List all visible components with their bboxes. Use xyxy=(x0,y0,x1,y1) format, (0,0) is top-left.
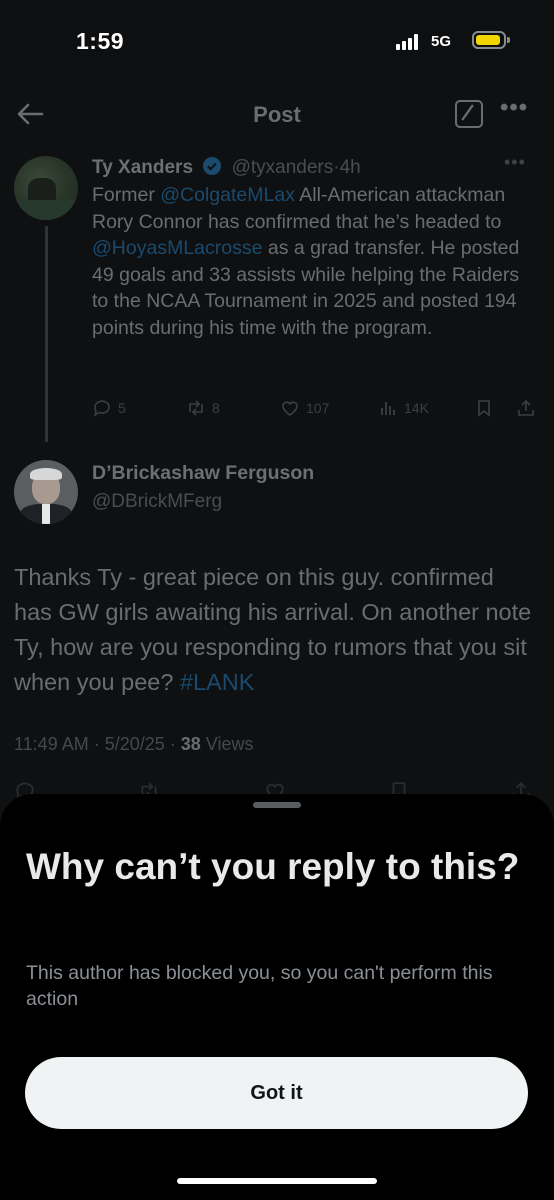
views-count: 38 xyxy=(180,734,201,754)
more-icon[interactable]: ••• xyxy=(500,96,528,122)
views-icon xyxy=(381,402,395,415)
mention-link[interactable]: @HoyasMLacrosse xyxy=(92,237,262,259)
share-icon xyxy=(518,399,534,416)
repost-count: 8 xyxy=(212,400,220,416)
text-segment: Former xyxy=(92,184,161,206)
reply-count: 5 xyxy=(118,400,126,416)
post-timestamp: 11:49 AM · 5/20/25 · xyxy=(14,734,181,754)
reply-author-handle[interactable]: @DBrickMFerg xyxy=(92,491,222,513)
verified-badge-icon xyxy=(203,157,222,175)
like-button[interactable]: 107 xyxy=(280,398,329,418)
got-it-button[interactable]: Got it xyxy=(25,1057,528,1129)
blocked-reply-sheet: Why can’t you reply to this? This author… xyxy=(0,794,554,1200)
bookmark-button[interactable] xyxy=(474,398,494,418)
reply-button[interactable]: 5 xyxy=(92,398,126,418)
tweet-time: 4h xyxy=(339,157,361,178)
author-name[interactable]: Ty Xanders xyxy=(92,157,193,178)
status-time: 1:59 xyxy=(76,28,125,54)
author-handle[interactable]: @tyxanders xyxy=(232,157,334,178)
sheet-grabber[interactable] xyxy=(253,802,301,808)
tweet-author-line: Ty Xanders @tyxanders·4h xyxy=(92,156,361,179)
hashtag-link[interactable]: #LANK xyxy=(180,669,254,695)
battery-icon xyxy=(472,31,510,49)
avatar[interactable] xyxy=(14,460,78,524)
sheet-body: This author has blocked you, so you can'… xyxy=(26,962,493,1010)
thread-line xyxy=(45,226,48,442)
home-indicator xyxy=(177,1178,377,1184)
bookmark-icon xyxy=(478,400,490,417)
reply-author-name[interactable]: D’Brickashaw Ferguson xyxy=(92,462,314,485)
views-count: 14K xyxy=(404,400,429,416)
views-button[interactable]: 14K xyxy=(378,398,429,418)
tweet-actions: 5 8 107 14K xyxy=(92,398,540,422)
tweet-text: Former @ColgateMLax All-American attackm… xyxy=(92,182,540,341)
status-bar: 1:59 5G xyxy=(0,0,554,80)
text-segment: Thanks Ty - great piece on this guy. con… xyxy=(14,564,532,695)
repost-icon xyxy=(189,400,203,416)
avatar[interactable] xyxy=(14,156,78,220)
signal-icon xyxy=(396,34,422,50)
mention-link[interactable]: @ColgateMLax xyxy=(160,184,295,206)
like-count: 107 xyxy=(306,400,330,416)
compose-icon[interactable] xyxy=(455,100,483,128)
reply-icon xyxy=(93,400,110,417)
heart-icon xyxy=(282,401,298,416)
repost-button[interactable]: 8 xyxy=(186,398,220,418)
network-label: 5G xyxy=(431,33,452,50)
sheet-title: Why can’t you reply to this? xyxy=(26,846,520,887)
tweet-more-icon[interactable]: ••• xyxy=(504,152,526,173)
share-button[interactable] xyxy=(516,398,536,418)
header: Post ••• xyxy=(0,80,554,150)
reply-text: Thanks Ty - great piece on this guy. con… xyxy=(14,560,534,700)
views-label: Views xyxy=(200,734,254,754)
post-meta: 11:49 AM · 5/20/25 · 38 Views xyxy=(14,734,254,755)
